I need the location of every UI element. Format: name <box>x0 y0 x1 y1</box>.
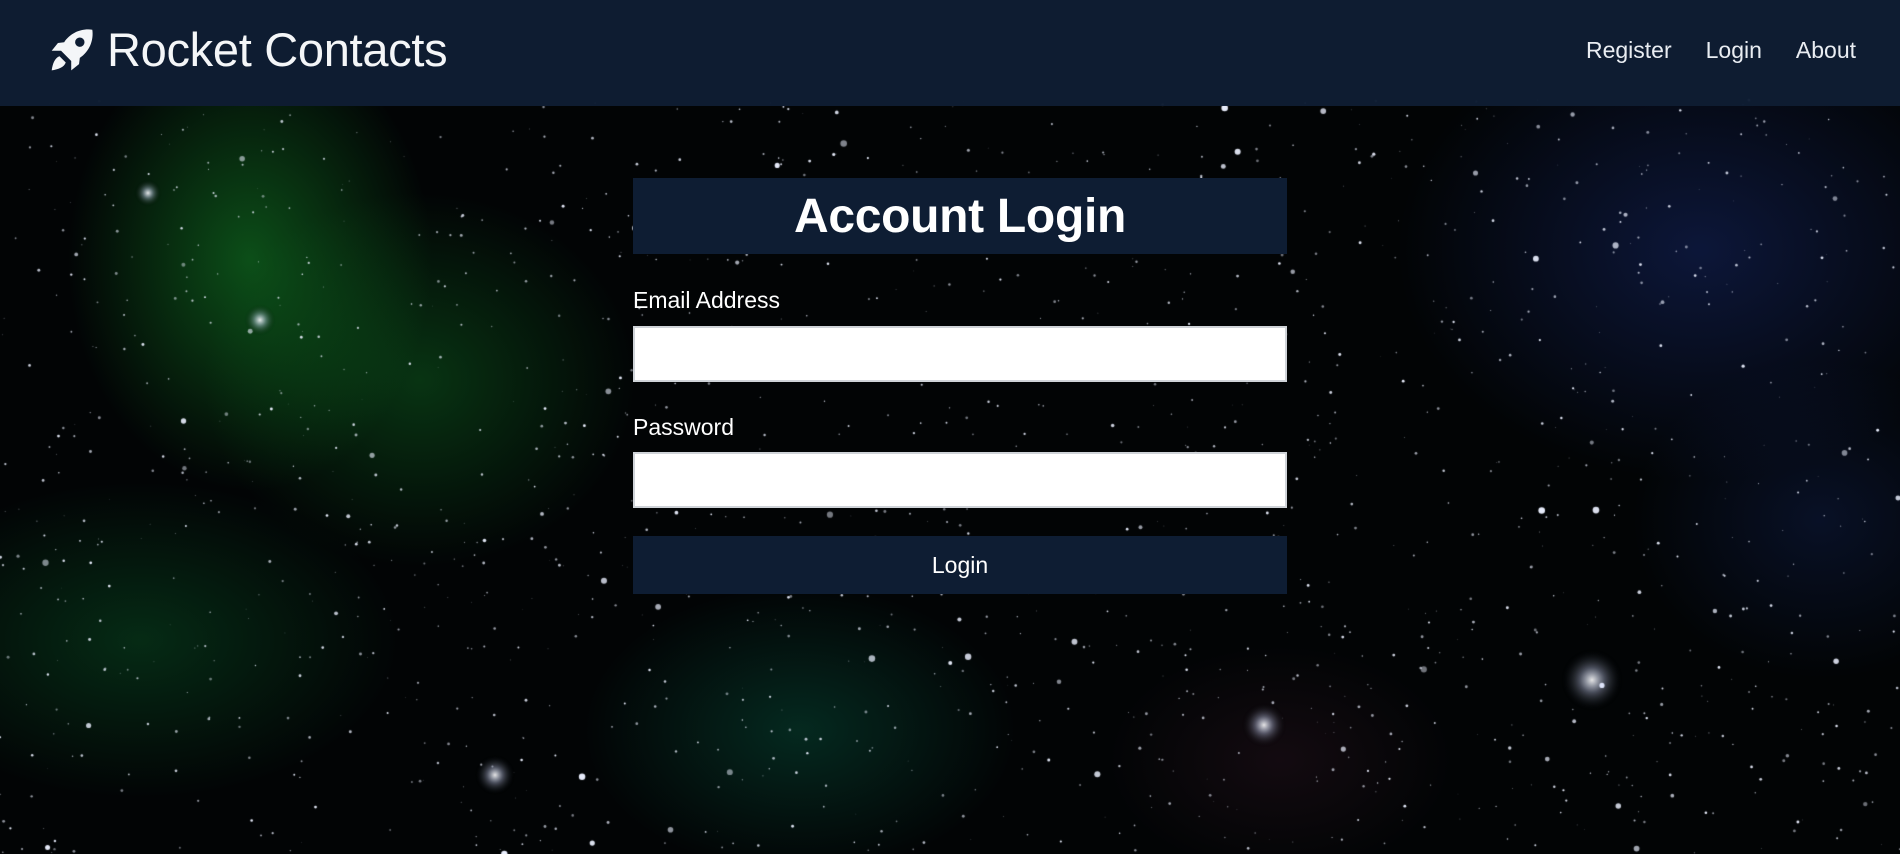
password-label: Password <box>633 414 734 440</box>
login-card-header: Account Login <box>633 178 1287 254</box>
brand-link[interactable]: Rocket Contacts <box>47 23 448 76</box>
email-field[interactable] <box>633 326 1287 382</box>
rocket-icon <box>51 29 93 71</box>
nav-links: Register Login About <box>1586 35 1856 65</box>
login-button[interactable]: Login <box>633 536 1287 594</box>
login-card: Account Login Email Address Password Log… <box>633 178 1287 594</box>
starfield-background <box>0 0 1900 854</box>
nav-login-link[interactable]: Login <box>1706 35 1762 65</box>
nav-about-link[interactable]: About <box>1796 35 1856 65</box>
top-navbar: Rocket Contacts Register Login About <box>0 0 1900 106</box>
nav-register-link[interactable]: Register <box>1586 35 1672 65</box>
page-title: Account Login <box>793 189 1127 243</box>
password-field[interactable] <box>633 452 1287 508</box>
brand-name: Rocket Contacts <box>107 23 448 76</box>
email-label: Email Address <box>633 287 781 313</box>
